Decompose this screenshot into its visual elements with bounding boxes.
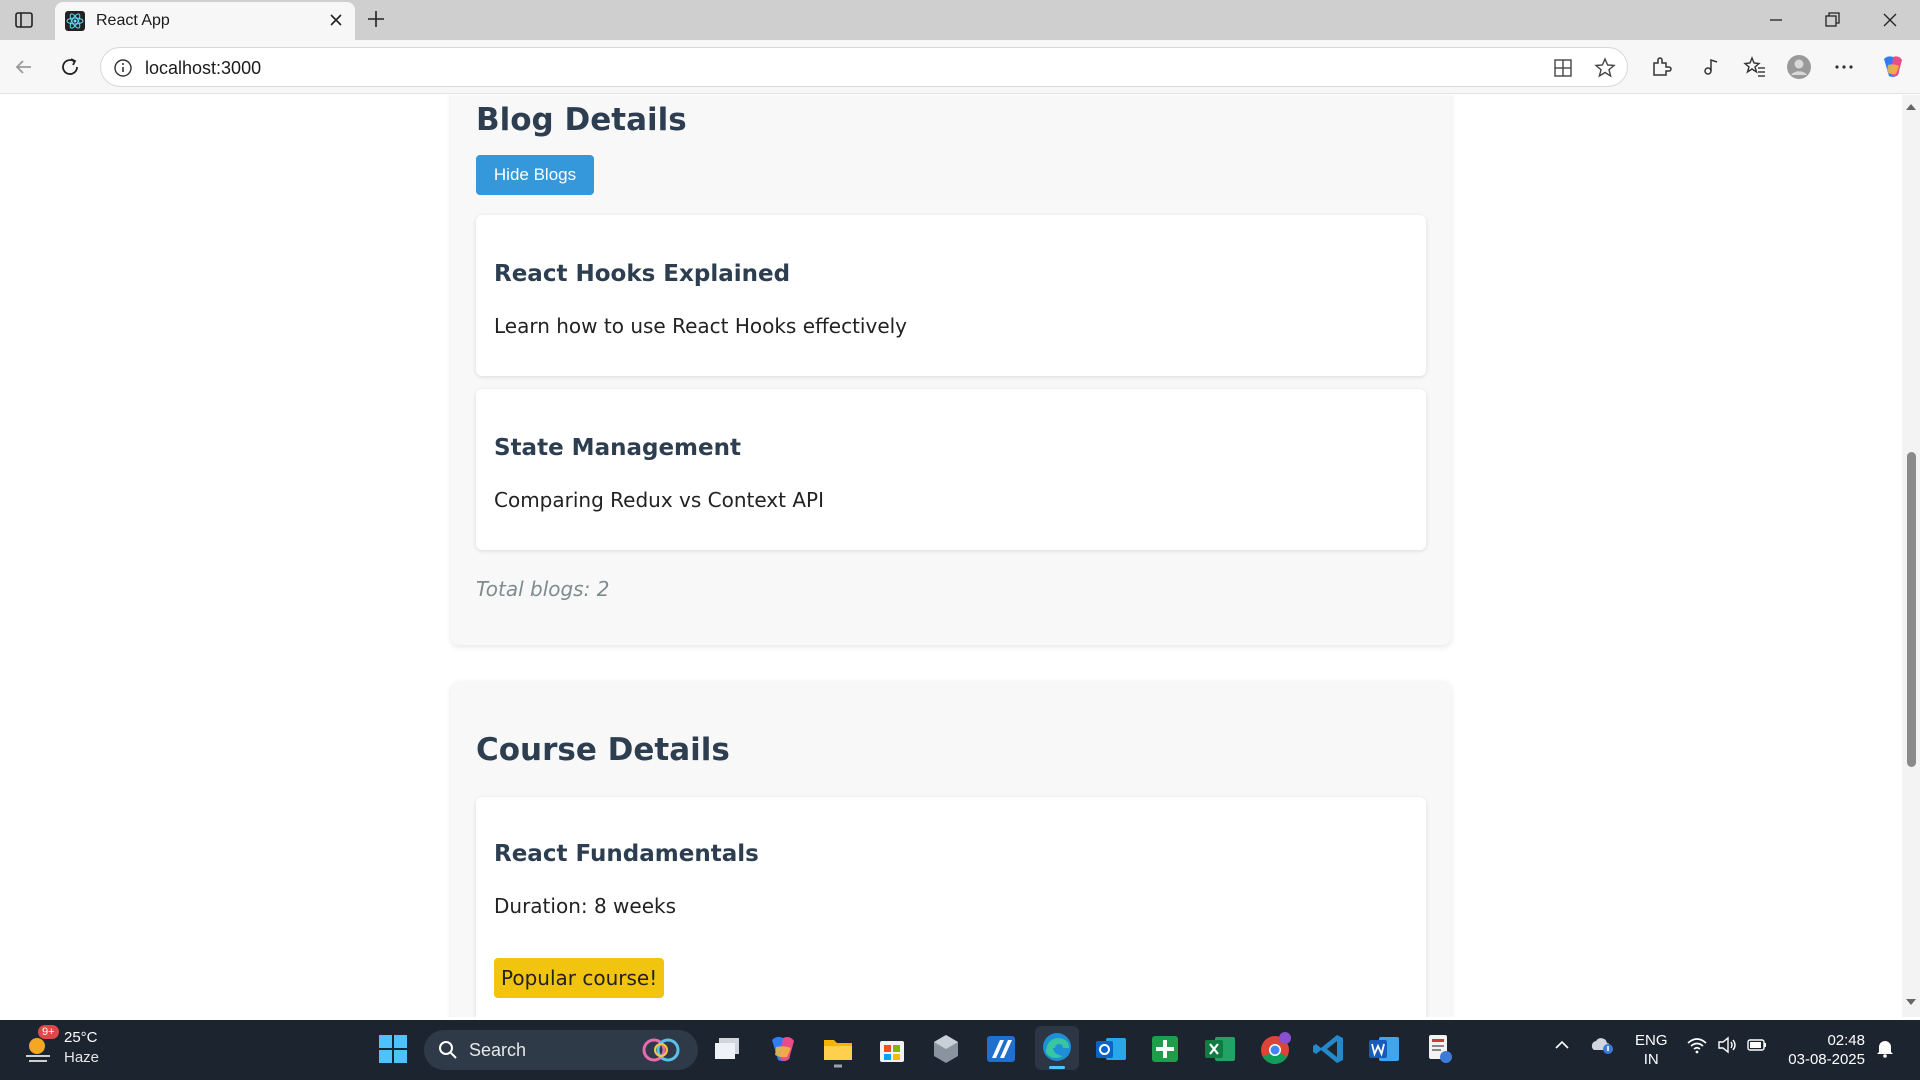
edge-active-tile[interactable] <box>1035 1026 1079 1070</box>
wifi-icon[interactable] <box>1686 1034 1708 1056</box>
blog-title: State Management <box>494 435 741 461</box>
clock-time: 02:48 <box>1827 1032 1865 1049</box>
vscode-icon[interactable] <box>1310 1030 1348 1068</box>
taskbar-search[interactable]: Search <box>424 1030 698 1070</box>
course-title: React Fundamentals <box>494 841 759 867</box>
close-window-icon[interactable] <box>1878 8 1902 32</box>
course-details-section: Course Details React Fundamentals Durati… <box>451 681 1451 1017</box>
task-view-icon[interactable] <box>710 1030 748 1068</box>
excel-icon[interactable] <box>1201 1030 1239 1068</box>
react-favicon-icon <box>65 11 85 31</box>
blog-card: React Hooks Explained Learn how to use R… <box>476 215 1426 376</box>
system-clock[interactable]: 02:48 03-08-2025 <box>1785 1031 1865 1069</box>
browser-toolbar: localhost:3000 <box>0 40 1920 94</box>
onedrive-icon[interactable] <box>1589 1034 1615 1056</box>
battery-icon[interactable] <box>1746 1034 1768 1056</box>
course-duration: Duration: 8 weeks <box>494 894 677 918</box>
search-icon <box>439 1041 457 1059</box>
app-icon[interactable] <box>1420 1030 1458 1068</box>
blog-section-heading: Blog Details <box>476 102 687 138</box>
favorites-icon[interactable] <box>1742 54 1768 80</box>
show-hidden-icons-chevron-icon[interactable] <box>1551 1034 1573 1056</box>
site-info-icon[interactable] <box>113 58 133 78</box>
copilot-app-icon[interactable] <box>764 1030 802 1068</box>
favorite-star-icon[interactable] <box>1593 56 1617 80</box>
total-blogs-text: Total blogs: 2 <box>476 577 610 601</box>
new-tab-icon[interactable] <box>365 8 387 30</box>
address-bar[interactable]: localhost:3000 <box>100 47 1628 87</box>
outlook-icon[interactable] <box>1092 1030 1130 1068</box>
blog-description: Learn how to use React Hooks effectively <box>494 314 908 338</box>
close-tab-icon[interactable] <box>327 11 345 29</box>
language-region: IN <box>1643 1051 1659 1068</box>
clock-date: 03-08-2025 <box>1788 1051 1865 1068</box>
windows-taskbar: 9+ 25°C Haze Search ENG IN 02:48 03-08-2… <box>0 1020 1920 1080</box>
app-icon[interactable] <box>927 1030 965 1068</box>
blog-title: React Hooks Explained <box>494 261 791 287</box>
search-label: Search <box>469 1040 527 1060</box>
hide-blogs-button[interactable]: Hide Blogs <box>476 155 594 195</box>
url-text[interactable]: localhost:3000 <box>145 58 261 79</box>
minimize-icon[interactable] <box>1764 8 1788 32</box>
browser-tab-bar: React App <box>0 0 1920 40</box>
scrollbar-thumb[interactable] <box>1907 452 1916 767</box>
word-icon[interactable] <box>1365 1030 1403 1068</box>
extensions-icon[interactable] <box>1648 54 1674 80</box>
active-indicator <box>1049 1066 1065 1069</box>
app-icon[interactable] <box>982 1030 1020 1068</box>
tab-actions-icon[interactable] <box>13 9 35 31</box>
popular-course-badge: Popular course! <box>494 958 665 998</box>
copilot-icon[interactable] <box>1879 53 1907 81</box>
notifications-icon[interactable] <box>1874 1037 1896 1059</box>
app-icon[interactable] <box>1146 1030 1184 1068</box>
blog-description: Comparing Redux vs Context API <box>494 488 824 512</box>
blog-details-section: Blog Details Hide Blogs React Hooks Expl… <box>451 95 1451 645</box>
profile-avatar-icon[interactable] <box>1786 54 1812 80</box>
start-icon[interactable] <box>374 1030 412 1068</box>
vertical-scrollbar[interactable] <box>1902 95 1920 1017</box>
more-options-icon[interactable] <box>1831 54 1857 80</box>
weather-condition: Haze <box>64 1049 100 1066</box>
browser-tab[interactable]: React App <box>55 2 355 40</box>
course-card: React Fundamentals Duration: 8 weeks Pop… <box>476 797 1426 1017</box>
weather-temperature: 25°C <box>64 1029 98 1046</box>
refresh-icon[interactable] <box>57 54 83 80</box>
scroll-up-arrow-icon[interactable] <box>1905 101 1917 113</box>
restore-icon[interactable] <box>1820 8 1844 32</box>
weather-notification-badge: 9+ <box>38 1025 59 1039</box>
volume-icon[interactable] <box>1716 1034 1738 1056</box>
course-section-heading: Course Details <box>476 732 730 768</box>
tab-title: React App <box>96 12 170 29</box>
language-code: ENG <box>1635 1032 1668 1049</box>
search-highlight-icon <box>642 1038 680 1062</box>
input-language-indicator[interactable]: ENG IN <box>1635 1031 1668 1069</box>
blog-card: State Management Comparing Redux vs Cont… <box>476 389 1426 550</box>
media-icon[interactable] <box>1698 54 1724 80</box>
file-explorer-icon[interactable] <box>819 1030 857 1068</box>
edge-icon <box>1043 1033 1071 1061</box>
chrome-icon[interactable] <box>1256 1030 1294 1068</box>
app-available-icon[interactable] <box>1551 56 1575 80</box>
store-icon[interactable] <box>873 1030 911 1068</box>
back-icon[interactable] <box>11 54 37 80</box>
scroll-down-arrow-icon[interactable] <box>1905 996 1917 1008</box>
page-viewport: Blog Details Hide Blogs React Hooks Expl… <box>0 95 1902 1017</box>
